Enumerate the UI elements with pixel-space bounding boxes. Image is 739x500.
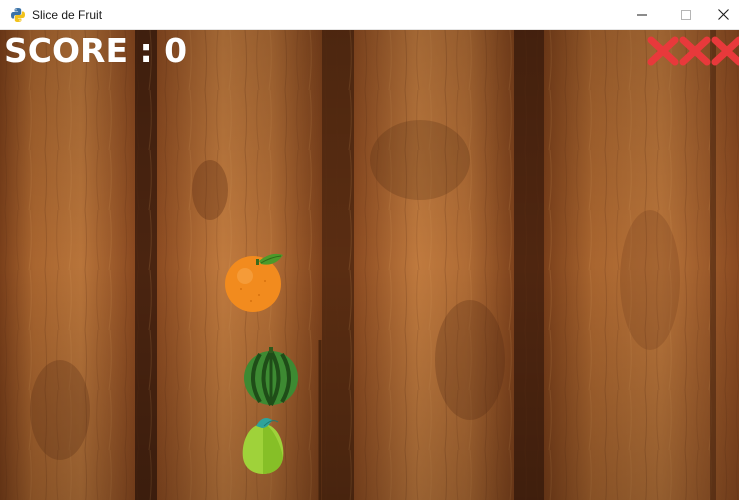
close-icon <box>718 9 729 20</box>
guava-icon[interactable] <box>238 414 288 476</box>
game-window: Slice de Fruit SCORE: 0 <box>0 0 739 500</box>
red-x-icon <box>679 36 711 66</box>
window-title: Slice de Fruit <box>32 8 103 22</box>
wood-plank-background <box>0 30 739 500</box>
red-x-icon <box>711 36 739 66</box>
close-button[interactable] <box>708 0 739 29</box>
score-display: SCORE : 0 <box>4 31 188 70</box>
watermelon-icon[interactable] <box>242 345 300 407</box>
maximize-button[interactable] <box>664 0 708 29</box>
red-x-icon <box>647 36 679 66</box>
minimize-icon <box>637 14 647 15</box>
maximize-icon <box>681 9 691 20</box>
minimize-button[interactable] <box>620 0 664 29</box>
lives-indicator <box>647 36 739 66</box>
title-bar[interactable]: Slice de Fruit <box>0 0 739 30</box>
orange-icon[interactable] <box>223 251 285 313</box>
python-icon <box>11 8 25 22</box>
game-canvas[interactable]: SCORE : 0 <box>0 30 739 500</box>
